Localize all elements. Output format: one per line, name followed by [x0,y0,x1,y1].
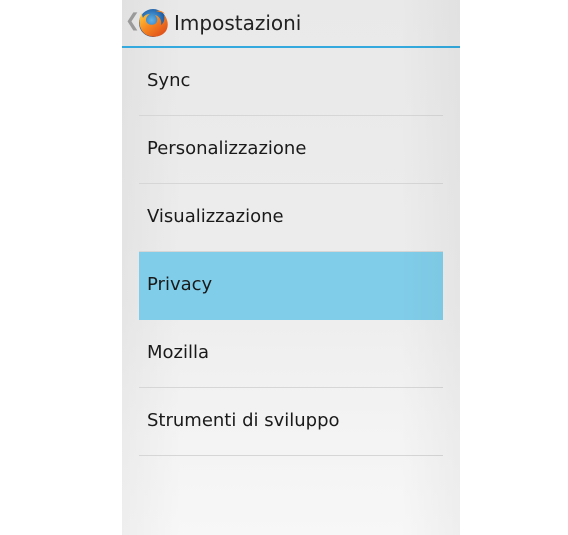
settings-item-visualizzazione[interactable]: Visualizzazione [139,184,443,252]
firefox-logo-icon [139,9,168,37]
settings-list: Sync Personalizzazione Visualizzazione P… [139,48,443,456]
page-title: Impostazioni [174,11,302,35]
settings-item-label: Mozilla [147,342,210,363]
settings-item-privacy[interactable]: Privacy [139,252,443,320]
settings-item-label: Visualizzazione [147,206,284,227]
settings-item-label: Strumenti di sviluppo [147,410,340,431]
settings-item-strumenti-di-sviluppo[interactable]: Strumenti di sviluppo [139,388,443,456]
settings-item-sync[interactable]: Sync [139,48,443,116]
settings-item-mozilla[interactable]: Mozilla [139,320,443,388]
action-bar[interactable]: ❮ Impostazioni [122,0,460,48]
settings-item-label: Privacy [147,274,213,295]
settings-item-label: Sync [147,70,191,91]
settings-item-label: Personalizzazione [147,138,307,159]
settings-item-personalizzazione[interactable]: Personalizzazione [139,116,443,184]
settings-screen: ❮ Impostazioni Sync Personalizzazione Vi… [122,0,460,535]
